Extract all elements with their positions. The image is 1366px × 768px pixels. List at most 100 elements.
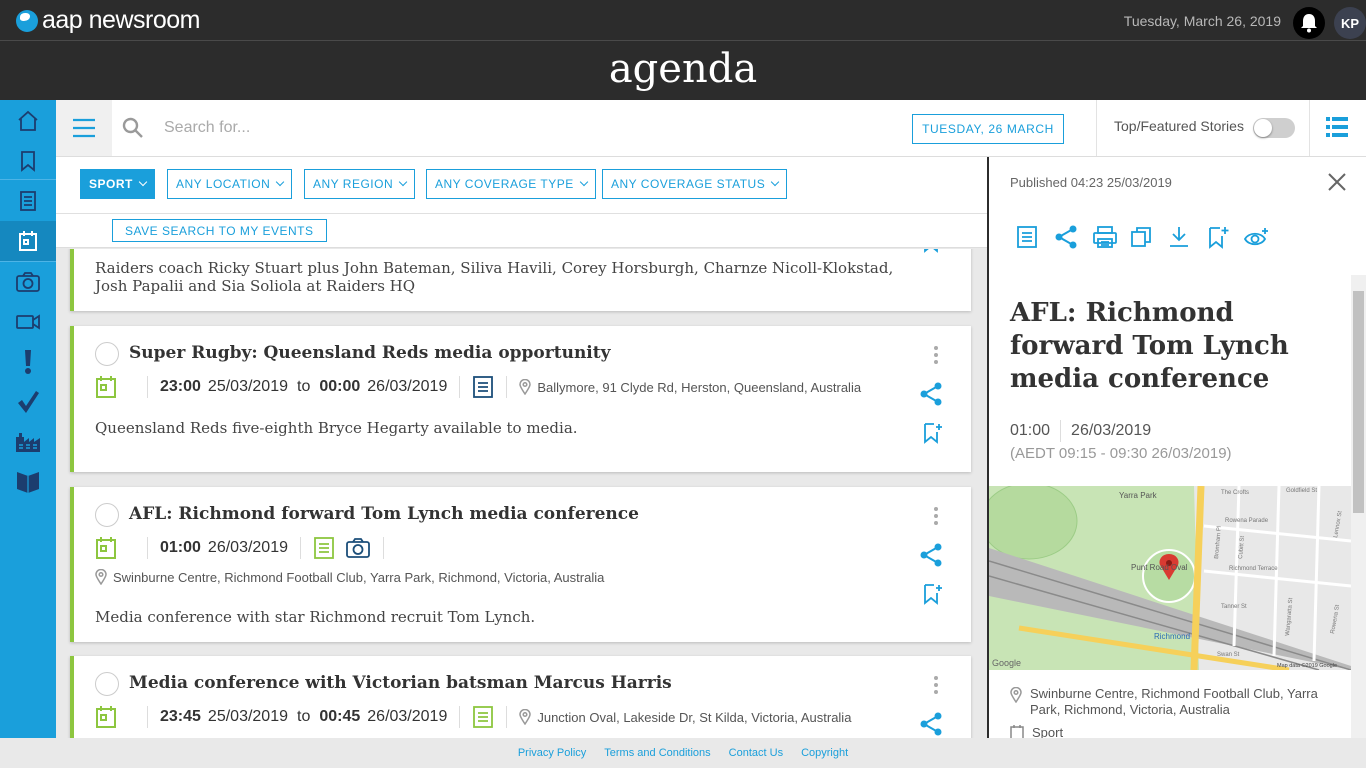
sidebar-item-factory[interactable] bbox=[0, 422, 56, 462]
divider bbox=[147, 537, 148, 559]
share-icon bbox=[1055, 225, 1077, 249]
share-button[interactable] bbox=[1054, 224, 1092, 250]
save-search-button[interactable]: SAVE SEARCH TO MY EVENTS bbox=[112, 219, 327, 242]
notifications-button[interactable] bbox=[1293, 7, 1325, 39]
location-map[interactable]: Yarra Park Punt Road Oval Richmond The C… bbox=[989, 486, 1351, 670]
open-text-button[interactable] bbox=[1016, 224, 1054, 250]
more-options-icon[interactable] bbox=[934, 346, 938, 364]
chevron-down-icon bbox=[138, 177, 148, 187]
filter-coverage-type-label: ANY COVERAGE TYPE bbox=[435, 177, 574, 191]
contact-us-link[interactable]: Contact Us bbox=[729, 747, 783, 759]
event-title[interactable]: Super Rugby: Queensland Reds media oppor… bbox=[129, 343, 611, 363]
home-icon bbox=[18, 110, 38, 131]
print-button[interactable] bbox=[1092, 224, 1130, 250]
event-detail-panel: Published 04:23 25/03/2019 AFL: Richmond… bbox=[987, 157, 1366, 738]
detail-scrollbar[interactable] bbox=[1351, 275, 1366, 738]
text-coverage-icon bbox=[314, 537, 334, 559]
sidebar-item-photos[interactable] bbox=[0, 262, 56, 302]
bookmark-add-icon[interactable] bbox=[921, 422, 943, 444]
sidebar-item-video[interactable] bbox=[0, 302, 56, 342]
bookmark-button[interactable] bbox=[1206, 224, 1244, 250]
copy-button[interactable] bbox=[1130, 224, 1168, 250]
divider bbox=[459, 706, 461, 728]
filter-coverage-status[interactable]: ANY COVERAGE STATUS bbox=[602, 169, 788, 199]
list-view-icon[interactable] bbox=[1326, 116, 1348, 138]
close-icon[interactable] bbox=[1328, 173, 1346, 191]
section-header: agenda bbox=[0, 41, 1366, 100]
start-time: 23:45 bbox=[160, 708, 201, 725]
calendar-icon bbox=[96, 376, 116, 398]
filter-divider bbox=[56, 213, 987, 214]
location-pin-icon bbox=[519, 379, 532, 395]
start-date: 25/03/2019 bbox=[207, 708, 288, 725]
sidebar-item-bookmarks[interactable] bbox=[0, 141, 56, 181]
more-options-icon[interactable] bbox=[934, 507, 938, 525]
select-checkbox[interactable] bbox=[95, 342, 119, 366]
share-icon[interactable] bbox=[919, 712, 943, 736]
chevron-down-icon bbox=[579, 177, 589, 187]
copyright-link[interactable]: Copyright bbox=[801, 747, 848, 759]
terms-link[interactable]: Terms and Conditions bbox=[604, 747, 710, 759]
filter-location[interactable]: ANY LOCATION bbox=[167, 169, 293, 199]
map-label: Richmond bbox=[1154, 632, 1190, 641]
divider bbox=[300, 537, 301, 559]
featured-stories-toggle[interactable] bbox=[1253, 118, 1295, 138]
globe-icon bbox=[16, 9, 38, 32]
user-avatar[interactable]: KP bbox=[1334, 7, 1366, 39]
more-options-icon[interactable] bbox=[934, 676, 938, 694]
filter-sport[interactable]: SPORT bbox=[80, 169, 155, 199]
divider bbox=[147, 706, 148, 728]
event-card[interactable]: Super Rugby: Queensland Reds media oppor… bbox=[70, 326, 971, 472]
event-title[interactable]: Media conference with Victorian batsman … bbox=[129, 673, 672, 693]
hamburger-icon bbox=[73, 118, 95, 138]
select-checkbox[interactable] bbox=[95, 503, 119, 527]
watch-button[interactable] bbox=[1244, 224, 1282, 250]
bookmark-add-icon[interactable] bbox=[921, 583, 943, 605]
select-checkbox[interactable] bbox=[95, 672, 119, 696]
detail-aedt-time: (AEDT 09:15 - 09:30 26/03/2019) bbox=[1010, 445, 1232, 462]
exclamation-icon bbox=[25, 350, 31, 374]
bookmark-add-icon bbox=[1209, 227, 1229, 249]
scrollbar-thumb[interactable] bbox=[1353, 291, 1364, 513]
sidebar-item-library[interactable] bbox=[0, 462, 56, 502]
event-location: Ballymore, 91 Clyde Rd, Herston, Queensl… bbox=[537, 379, 862, 395]
menu-button[interactable] bbox=[56, 100, 112, 156]
divider bbox=[459, 376, 461, 398]
camera-icon bbox=[16, 272, 40, 292]
divider bbox=[147, 376, 148, 398]
event-meta: 01:00 26/03/2019 bbox=[95, 536, 396, 560]
sidebar-item-alerts[interactable] bbox=[0, 342, 56, 382]
privacy-policy-link[interactable]: Privacy Policy bbox=[518, 747, 586, 759]
event-card[interactable]: Media conference with Victorian batsman … bbox=[70, 656, 971, 738]
published-timestamp: Published 04:23 25/03/2019 bbox=[1010, 175, 1172, 190]
sidebar-item-agenda[interactable] bbox=[0, 221, 56, 261]
event-card[interactable]: Raiders coach Ricky Stuart plus John Bat… bbox=[70, 249, 971, 311]
download-icon bbox=[1170, 227, 1188, 247]
search-input[interactable] bbox=[164, 114, 764, 142]
event-list: Raiders coach Ricky Stuart plus John Bat… bbox=[56, 249, 987, 738]
sidebar-item-fact-check[interactable] bbox=[0, 382, 56, 422]
detail-time: 01:00 bbox=[1010, 422, 1051, 439]
date-picker-button[interactable]: TUESDAY, 26 MARCH bbox=[912, 114, 1064, 144]
filter-region[interactable]: ANY REGION bbox=[304, 169, 416, 199]
sidebar-item-wire[interactable] bbox=[0, 181, 56, 221]
share-icon[interactable] bbox=[919, 382, 943, 406]
start-date: 26/03/2019 bbox=[207, 539, 288, 556]
event-card[interactable]: AFL: Richmond forward Tom Lynch media co… bbox=[70, 487, 971, 642]
event-title[interactable]: AFL: Richmond forward Tom Lynch media co… bbox=[129, 504, 639, 524]
end-date: 26/03/2019 bbox=[367, 378, 448, 395]
open-book-icon bbox=[17, 472, 39, 493]
divider bbox=[506, 706, 508, 728]
sidebar-item-home[interactable] bbox=[0, 101, 56, 141]
download-button[interactable] bbox=[1168, 224, 1206, 250]
filter-coverage-type[interactable]: ANY COVERAGE TYPE bbox=[426, 169, 596, 199]
map-credit: Map data ©2019 Google bbox=[1277, 662, 1337, 669]
bookmark-add-icon[interactable] bbox=[921, 249, 943, 253]
event-location: Junction Oval, Lakeside Dr, St Kilda, Vi… bbox=[537, 709, 852, 725]
filter-coverage-status-label: ANY COVERAGE STATUS bbox=[611, 177, 766, 191]
featured-stories-control: Top/Featured Stories bbox=[1096, 100, 1310, 156]
video-camera-icon bbox=[16, 314, 40, 330]
aap-newsroom-logo[interactable]: aap newsroom bbox=[16, 6, 200, 35]
share-icon[interactable] bbox=[919, 543, 943, 567]
sidebar-divider bbox=[0, 179, 56, 180]
